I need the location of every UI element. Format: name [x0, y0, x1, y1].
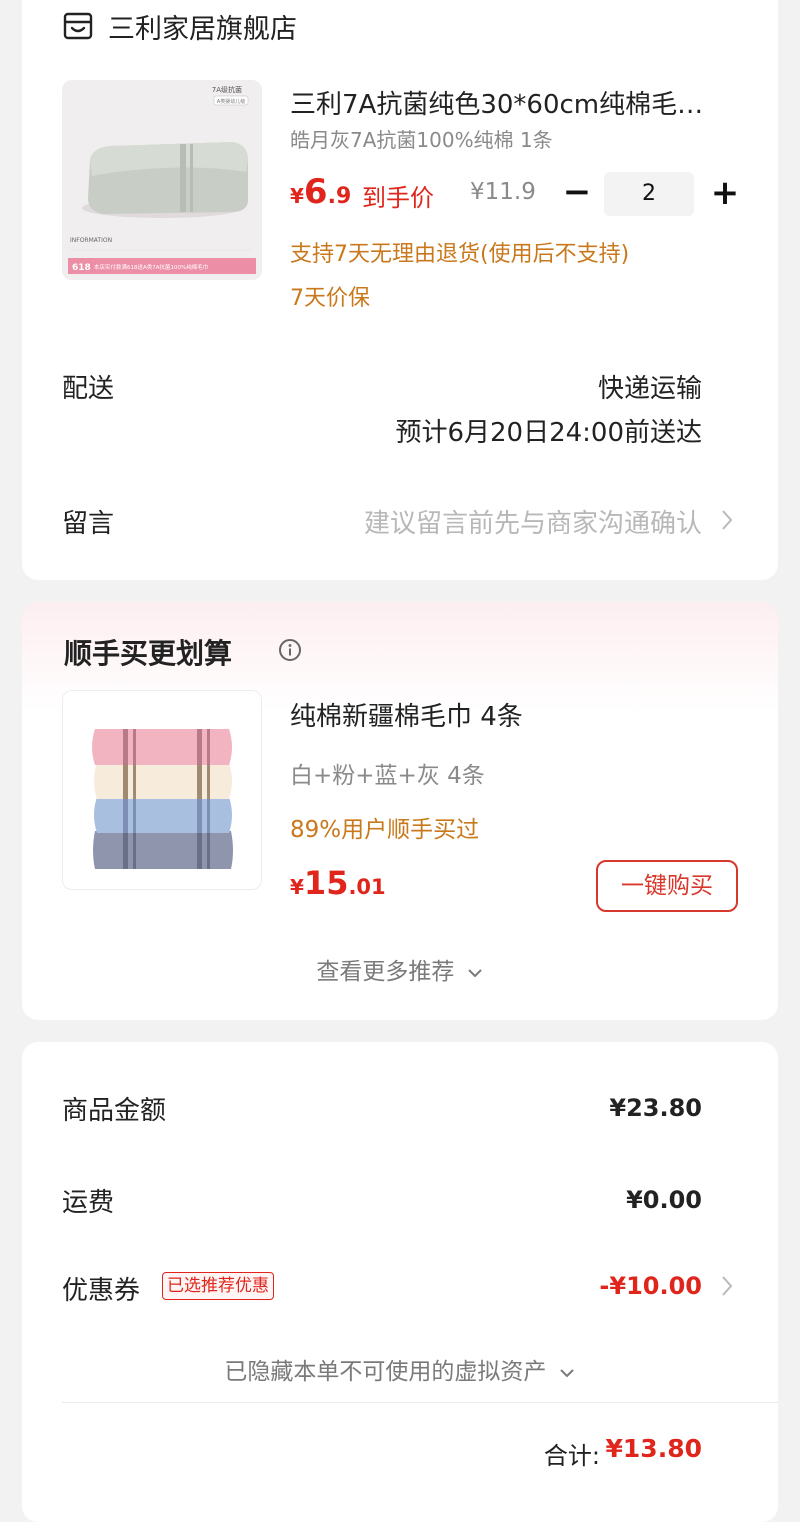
hidden-assets-label: 已隐藏本单不可使用的虚拟资产 — [224, 1359, 547, 1385]
shipping-fee-value: ¥0.00 — [626, 1186, 702, 1214]
chevron-down-icon — [559, 1368, 574, 1377]
towel-image: 7A级抗菌 A类婴幼儿级 INFORMATION 618 本店实付款满618送A… — [62, 80, 262, 280]
product-sku[interactable]: 皓月灰7A抗菌100%纯棉 1条 — [290, 124, 553, 153]
shop-icon — [63, 12, 93, 40]
recommend-item-price: ¥15.01 — [290, 864, 386, 902]
shipping-fee-label: 运费 — [62, 1188, 115, 1218]
shop-header[interactable]: 三利家居旗舰店 — [62, 6, 297, 46]
price-protection: 7天价保 — [290, 286, 370, 311]
chevron-right-icon[interactable] — [720, 508, 734, 532]
shop-name: 三利家居旗舰店 — [108, 13, 297, 45]
order-summary-card: 商品金额 ¥23.80 运费 ¥0.00 优惠券 已选推荐优惠 -¥10.00 … — [22, 1042, 778, 1522]
coupon-value[interactable]: -¥10.00 — [599, 1272, 702, 1300]
badge-subtext: A类婴幼儿级 — [217, 98, 245, 105]
towel-stack-image — [63, 691, 261, 889]
total-label: 合计: — [543, 1442, 600, 1470]
product-image[interactable]: 7A级抗菌 A类婴幼儿级 INFORMATION 618 本店实付款满618送A… — [62, 80, 262, 280]
price-integer: 6 — [303, 172, 328, 212]
info-icon[interactable] — [278, 638, 302, 662]
hidden-assets-toggle[interactable]: 已隐藏本单不可使用的虚拟资产 — [22, 1352, 778, 1386]
recommend-item-name[interactable]: 纯棉新疆棉毛巾 4条 — [290, 696, 523, 733]
rec-price-decimal: .01 — [348, 875, 386, 899]
delivery-eta: 预计6月20日24:00前送达 — [395, 418, 702, 448]
recommend-card: 顺手买更划算 纯棉新疆棉毛巾 4条 白+粉+蓝+灰 4条 89%用户顺手买过 ¥… — [22, 602, 778, 1020]
recommend-item-sku[interactable]: 白+粉+蓝+灰 4条 — [290, 756, 485, 790]
more-recommendations-label: 查看更多推荐 — [316, 959, 455, 985]
banner-number: 618 — [72, 263, 91, 273]
recommend-item-image[interactable] — [62, 690, 262, 890]
rec-price-currency: ¥ — [290, 875, 304, 899]
final-price: ¥6.9 — [290, 172, 351, 212]
recommend-title: 顺手买更划算 — [64, 637, 233, 670]
final-price-tag: 到手价 — [362, 184, 434, 212]
quantity-decrease-button[interactable]: − — [560, 172, 594, 216]
original-price: ¥11.9 — [470, 179, 536, 205]
goods-amount-label: 商品金额 — [62, 1096, 167, 1126]
price-row: ¥6.9 到手价 ¥11.9 − 2 + — [290, 172, 750, 216]
product-title[interactable]: 三利7A抗菌纯色30*60cm纯棉毛… — [290, 84, 730, 121]
coupon-label: 优惠券 — [62, 1276, 141, 1306]
chevron-down-icon — [467, 968, 482, 977]
delivery-label: 配送 — [62, 374, 115, 404]
delivery-method[interactable]: 快递运输 — [598, 368, 702, 405]
badge-text: 7A级抗菌 — [212, 85, 242, 94]
chevron-right-icon[interactable] — [720, 1274, 734, 1298]
rec-price-integer: 15 — [303, 864, 349, 902]
banner-text: 本店实付款满618送A类7A抗菌100%纯棉毛巾 — [94, 263, 208, 271]
quantity-stepper[interactable]: 2 — [604, 172, 694, 216]
return-policy: 支持7天无理由退货(使用后不支持) — [290, 242, 630, 267]
more-recommendations-link[interactable]: 查看更多推荐 — [22, 952, 778, 986]
one-click-buy-button[interactable]: 一键购买 — [596, 860, 738, 912]
total-value: ¥13.80 — [605, 1434, 702, 1463]
price-decimal: .9 — [327, 184, 352, 209]
recommend-social-proof: 89%用户顺手买过 — [290, 817, 480, 843]
price-currency: ¥ — [290, 184, 304, 208]
divider — [62, 1402, 778, 1403]
coupon-selected-badge: 已选推荐优惠 — [162, 1272, 274, 1300]
order-item-card: 三利家居旗舰店 7A级抗菌 A类婴幼儿级 INFORMATION 618 本店实… — [22, 0, 778, 580]
note-label: 留言 — [62, 509, 115, 539]
goods-amount-value: ¥23.80 — [609, 1094, 702, 1122]
note-input[interactable]: 建议留言前先与商家沟通确认 — [364, 503, 702, 540]
info-text: INFORMATION — [70, 237, 112, 244]
quantity-increase-button[interactable]: + — [708, 172, 742, 216]
